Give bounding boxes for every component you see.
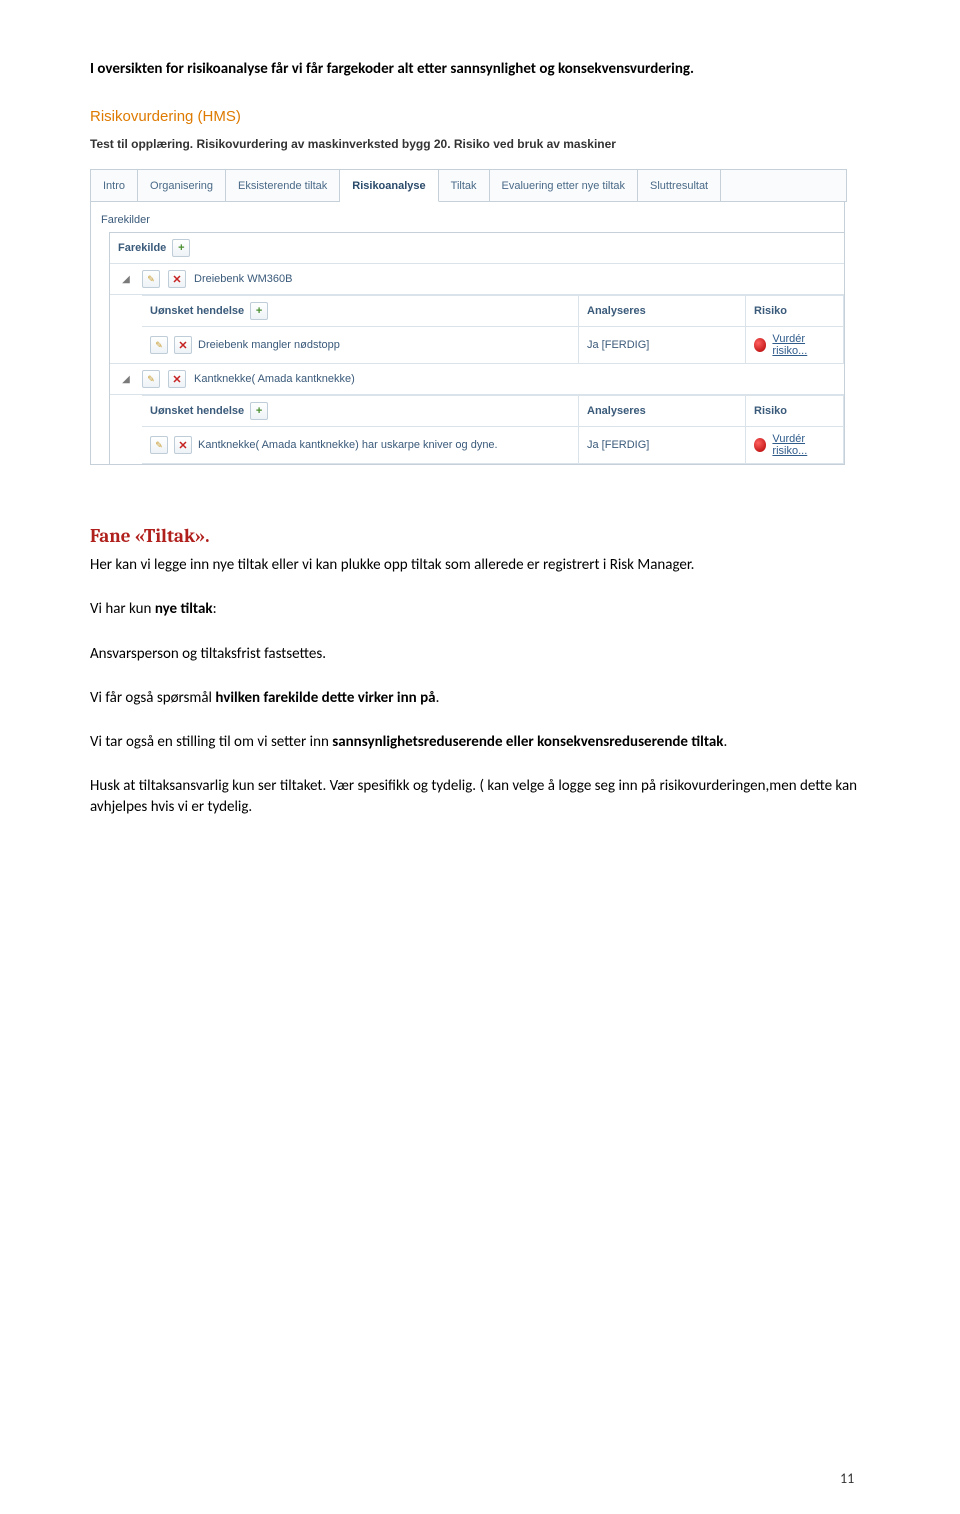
- risk-header: Risiko: [746, 396, 844, 427]
- tab-sluttresultat[interactable]: Sluttresultat: [638, 170, 721, 202]
- expand-icon[interactable]: ◢: [118, 274, 134, 285]
- tab-intro[interactable]: Intro: [91, 170, 138, 202]
- edit-icon[interactable]: ✎: [142, 370, 160, 388]
- analyse-header: Analyseres: [579, 296, 746, 327]
- page-subtitle: Test til opplæring. Risikovurdering av m…: [90, 137, 845, 151]
- farekilde-label: Farekilde: [118, 242, 166, 254]
- tab-organisering[interactable]: Organisering: [138, 170, 226, 202]
- intro-sentence: I oversikten for risikoanalyse får vi få…: [90, 60, 870, 78]
- paragraph: Her kan vi legge inn nye tiltak eller vi…: [90, 555, 870, 575]
- delete-icon[interactable]: ✕: [174, 436, 192, 454]
- paragraph: Husk at tiltaksansvarlig kun ser tiltake…: [90, 776, 870, 817]
- delete-icon[interactable]: ✕: [168, 370, 186, 388]
- risk-indicator-icon: [754, 338, 766, 352]
- tab-risikoanalyse[interactable]: Risikoanalyse: [340, 170, 438, 202]
- tab-bar: Intro Organisering Eksisterende tiltak R…: [90, 169, 847, 202]
- add-farekilde-button[interactable]: +: [172, 239, 190, 257]
- tab-evaluering[interactable]: Evaluering etter nye tiltak: [490, 170, 639, 202]
- paragraph: Ansvarsperson og tiltaksfrist fastsettes…: [90, 644, 870, 664]
- analyse-value: Ja [FERDIG]: [579, 327, 746, 363]
- edit-icon[interactable]: ✎: [150, 436, 168, 454]
- add-event-button[interactable]: +: [250, 402, 268, 420]
- page-number: 11: [840, 1470, 854, 1487]
- event-row: ✎ ✕ Dreiebenk mangler nødstopp: [142, 327, 579, 363]
- farekilde-header: Farekilde +: [110, 233, 844, 264]
- analyse-header: Analyseres: [579, 396, 746, 427]
- paragraph: Vi har kun nye tiltak:: [90, 599, 870, 619]
- add-event-button[interactable]: +: [250, 302, 268, 320]
- risk-indicator-icon: [754, 438, 766, 452]
- event-row: ✎ ✕ Kantknekke( Amada kantknekke) har us…: [142, 427, 579, 463]
- app-screenshot: Risikovurdering (HMS) Test til opplæring…: [90, 108, 845, 465]
- paragraph: Vi tar også en stilling til om vi setter…: [90, 732, 870, 752]
- farekilde-name: Dreiebenk WM360B: [194, 273, 292, 285]
- farekilder-panel: Farekilder Farekilde + ◢ ✎ ✕ Dreiebenk W…: [90, 202, 845, 465]
- analyse-value: Ja [FERDIG]: [579, 427, 746, 463]
- page-title: Risikovurdering (HMS): [90, 108, 845, 125]
- event-header: Uønsket hendelse +: [142, 296, 579, 327]
- assess-risk-link[interactable]: Vurdér risiko...: [772, 433, 835, 457]
- farekilde-row: ◢ ✎ ✕ Kantknekke( Amada kantknekke): [110, 363, 844, 395]
- edit-icon[interactable]: ✎: [142, 270, 160, 288]
- farekilde-row: ◢ ✎ ✕ Dreiebenk WM360B: [110, 264, 844, 295]
- edit-icon[interactable]: ✎: [150, 336, 168, 354]
- farekilde-name: Kantknekke( Amada kantknekke): [194, 373, 355, 385]
- risk-header: Risiko: [746, 296, 844, 327]
- delete-icon[interactable]: ✕: [168, 270, 186, 288]
- panel-title: Farekilder: [91, 212, 844, 232]
- assess-risk-link[interactable]: Vurdér risiko...: [772, 333, 835, 357]
- event-header: Uønsket hendelse +: [142, 396, 579, 427]
- tab-tiltak[interactable]: Tiltak: [439, 170, 490, 202]
- section-heading: Fane «Tiltak».: [90, 525, 870, 547]
- tab-eksisterende-tiltak[interactable]: Eksisterende tiltak: [226, 170, 340, 202]
- delete-icon[interactable]: ✕: [174, 336, 192, 354]
- expand-icon[interactable]: ◢: [118, 374, 134, 385]
- paragraph: Vi får også spørsmål hvilken farekilde d…: [90, 688, 870, 708]
- event-text: Kantknekke( Amada kantknekke) har uskarp…: [198, 439, 498, 451]
- event-text: Dreiebenk mangler nødstopp: [198, 339, 340, 351]
